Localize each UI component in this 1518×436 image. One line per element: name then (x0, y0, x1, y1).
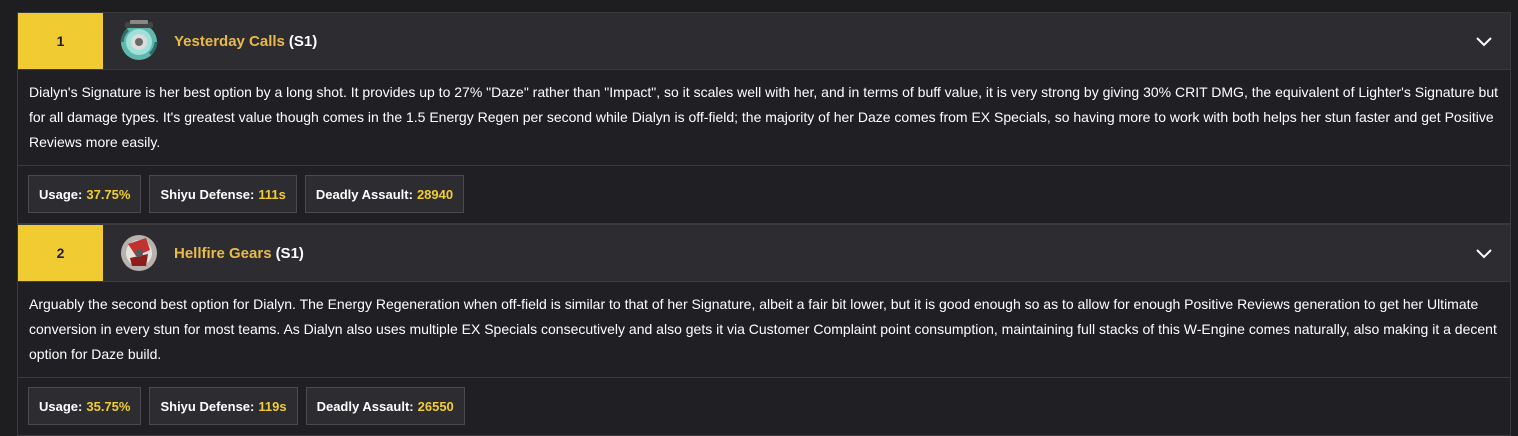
w-engine-list: 1 Yesterday Calls (S1) Dialyn's Signatur… (17, 12, 1511, 436)
rank-badge: 2 (18, 225, 103, 281)
yesterday-calls-engine-icon (115, 17, 163, 65)
usage-stat: Usage: 35.75% (28, 387, 142, 425)
w-engine-name: Yesterday Calls (174, 32, 285, 50)
stat-label: Usage: (39, 398, 83, 414)
stat-label: Shiyu Defense: (160, 186, 255, 202)
w-engine-header-1[interactable]: 1 Yesterday Calls (S1) (18, 13, 1510, 70)
stat-value: 28940 (416, 186, 454, 202)
w-engine-rarity: (S1) (275, 244, 304, 262)
stat-value: 119s (258, 398, 287, 414)
deadly-assault-stat: Deadly Assault: 28940 (304, 175, 465, 213)
usage-stat: Usage: 37.75% (28, 175, 142, 213)
shiyu-defense-stat: Shiyu Defense: 119s (149, 387, 298, 425)
w-engine-description: Arguably the second best option for Dial… (18, 282, 1510, 378)
stat-value: 26550 (417, 398, 454, 414)
w-engine-header-2[interactable]: 2 Hellfire Gears (S1) (18, 225, 1510, 282)
stat-value: 35.75% (86, 398, 131, 414)
deadly-assault-stat: Deadly Assault: 26550 (305, 387, 465, 425)
w-engine-name: Hellfire Gears (174, 244, 272, 262)
w-engine-entry-1: 1 Yesterday Calls (S1) Dialyn's Signatur… (17, 12, 1511, 224)
shiyu-defense-stat: Shiyu Defense: 111s (149, 175, 297, 213)
w-engine-rarity: (S1) (288, 32, 318, 50)
stat-value: 37.75% (86, 186, 131, 202)
chevron-down-icon[interactable] (1474, 243, 1494, 263)
stat-value: 111s (258, 186, 286, 202)
chevron-down-icon[interactable] (1474, 31, 1494, 51)
w-engine-description: Dialyn's Signature is her best option by… (18, 70, 1510, 166)
stat-label: Deadly Assault: (316, 398, 414, 414)
stat-label: Deadly Assault: (315, 186, 413, 202)
w-engine-entry-2: 2 Hellfire Gears (S1) Arguably the second… (17, 224, 1511, 436)
w-engine-title: Yesterday Calls (S1) (174, 33, 317, 50)
rank-badge: 1 (18, 13, 103, 69)
stats-row: Usage: 35.75% Shiyu Defense: 119s Deadly A… (18, 378, 1510, 435)
stat-label: Shiyu Defense: (160, 398, 255, 414)
hellfire-gears-engine-icon (115, 229, 163, 277)
stat-label: Usage: (39, 186, 83, 202)
stats-row: Usage: 37.75% Shiyu Defense: 111s Deadly A… (18, 166, 1510, 223)
w-engine-title: Hellfire Gears (S1) (174, 245, 304, 262)
